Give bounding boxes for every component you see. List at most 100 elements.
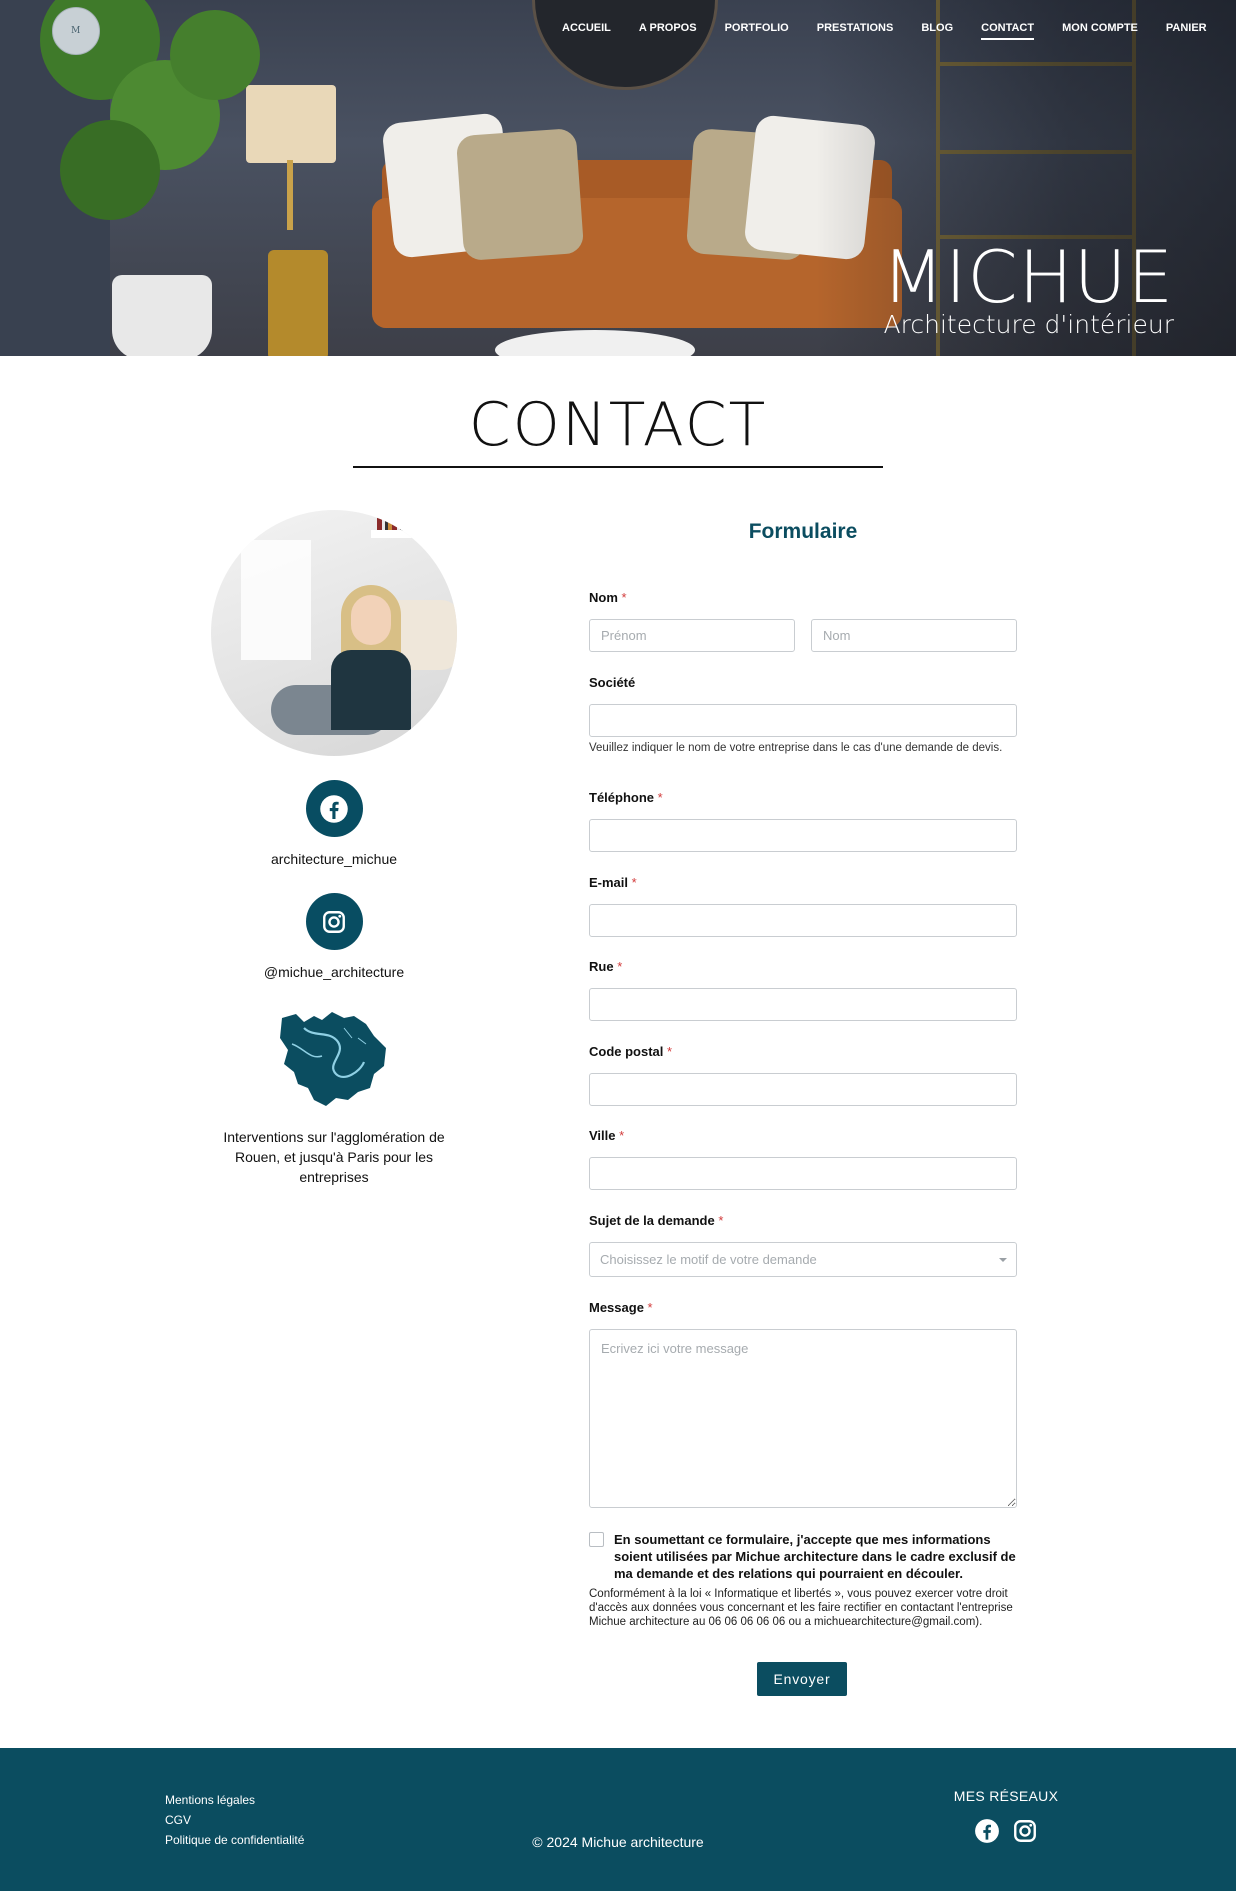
instagram-handle: @michue_architecture	[263, 964, 405, 980]
photo-books	[377, 513, 437, 531]
code-postal-input[interactable]	[589, 1073, 1017, 1106]
plant-leaves	[60, 120, 160, 220]
code-postal-label-text: Code postal	[589, 1044, 664, 1059]
photo-shelf	[371, 530, 451, 538]
plant-pot	[112, 275, 212, 356]
nav-panier[interactable]: PANIER	[1166, 22, 1207, 40]
required-marker: *	[667, 1044, 673, 1059]
societe-label: Société	[589, 675, 636, 690]
pillow	[455, 127, 585, 262]
legal-notice: Conformément à la loi « Informatique et …	[589, 1588, 1013, 1628]
consent-field: En soumettant ce formulaire, j'accepte q…	[589, 1531, 1017, 1629]
message-field: Message *	[589, 1300, 1017, 1513]
ville-field: Ville *	[589, 1128, 1017, 1190]
footer-social: MES RÉSEAUX	[946, 1788, 1066, 1844]
required-marker: *	[617, 959, 623, 974]
brand-block: MICHUE Architecture d'intérieur	[882, 240, 1174, 340]
facebook-icon	[320, 794, 348, 823]
footer-link-cgv[interactable]: CGV	[165, 1810, 304, 1830]
submit-button[interactable]: Envoyer	[757, 1662, 847, 1696]
page-title: CONTACT	[468, 390, 768, 460]
telephone-label: Téléphone *	[589, 790, 1017, 805]
sujet-selected-value: Choisissez le motif de votre demande	[600, 1252, 817, 1267]
instagram-icon	[323, 910, 345, 933]
brand-title: MICHUE	[882, 235, 1174, 319]
message-label: Message *	[589, 1300, 1017, 1315]
photo-body	[331, 650, 411, 730]
contact-sidebar: architecture_michue @michue_architecture…	[200, 510, 468, 1187]
site-footer: Mentions légales CGV Politique de confid…	[0, 1748, 1236, 1891]
rue-input[interactable]	[589, 988, 1017, 1021]
title-divider	[353, 466, 883, 468]
ville-input[interactable]	[589, 1157, 1017, 1190]
message-label-text: Message	[589, 1300, 644, 1315]
nav-blog[interactable]: BLOG	[921, 22, 953, 40]
lamp-shade	[246, 85, 336, 163]
sujet-select[interactable]: Choisissez le motif de votre demande	[589, 1242, 1017, 1277]
coffee-table	[495, 330, 695, 356]
code-postal-label: Code postal *	[589, 1044, 1017, 1059]
required-marker: *	[718, 1213, 724, 1228]
main-nav: ACCUEIL A PROPOS PORTFOLIO PRESTATIONS B…	[562, 22, 1207, 40]
footer-link-mentions[interactable]: Mentions légales	[165, 1790, 304, 1810]
required-marker: *	[621, 590, 627, 605]
nom-label: Nom *	[589, 590, 1017, 605]
rue-label-text: Rue	[589, 959, 614, 974]
ville-label: Ville *	[589, 1128, 1017, 1143]
footer-social-title: MES RÉSEAUX	[953, 1788, 1059, 1804]
region-map-icon	[280, 1012, 386, 1106]
nom-input[interactable]	[811, 619, 1017, 652]
nav-accueil[interactable]: ACCUEIL	[562, 22, 611, 40]
facebook-handle: architecture_michue	[270, 851, 398, 867]
rue-label: Rue *	[589, 959, 1017, 974]
telephone-input[interactable]	[589, 819, 1017, 852]
nom-field: Nom *	[589, 590, 1017, 652]
form-title: Formulaire	[748, 520, 858, 543]
nom-label-text: Nom	[589, 590, 618, 605]
societe-input[interactable]	[589, 704, 1017, 737]
plant-leaves	[170, 10, 260, 100]
lamp-pole	[287, 160, 293, 230]
required-marker: *	[619, 1128, 625, 1143]
facebook-icon-svg	[975, 1819, 999, 1843]
nav-a-propos[interactable]: A PROPOS	[639, 22, 697, 40]
portrait-photo	[211, 510, 457, 756]
contact-form: Formulaire Nom * Société Veuillez indiqu…	[589, 520, 1017, 1696]
instagram-icon[interactable]	[1012, 1818, 1038, 1844]
message-textarea[interactable]	[589, 1329, 1017, 1508]
prenom-input[interactable]	[589, 619, 795, 652]
email-label: E-mail *	[589, 875, 1017, 890]
required-marker: *	[657, 790, 663, 805]
required-marker: *	[647, 1300, 653, 1315]
telephone-field: Téléphone *	[589, 790, 1017, 852]
email-input[interactable]	[589, 904, 1017, 937]
email-label-text: E-mail	[589, 875, 629, 890]
brand-subtitle: Architecture d'intérieur	[883, 310, 1174, 339]
sujet-label: Sujet de la demande *	[589, 1213, 1017, 1228]
nav-prestations[interactable]: PRESTATIONS	[817, 22, 894, 40]
nav-mon-compte[interactable]: MON COMPTE	[1062, 22, 1138, 40]
nav-portfolio[interactable]: PORTFOLIO	[725, 22, 789, 40]
photo-window	[241, 540, 311, 660]
instagram-button[interactable]	[305, 893, 363, 950]
round-mirror	[532, 0, 718, 90]
consent-checkbox[interactable]	[589, 1532, 604, 1547]
hero-banner: M ACCUEIL A PROPOS PORTFOLIO PRESTATIONS…	[0, 0, 1236, 356]
sujet-field: Sujet de la demande * Choisissez le moti…	[589, 1213, 1017, 1277]
facebook-icon[interactable]	[974, 1818, 1000, 1844]
telephone-label-text: Téléphone	[589, 790, 655, 805]
site-logo[interactable]: M	[52, 7, 100, 55]
societe-help: Veuillez indiquer le nom de votre entrep…	[589, 742, 1003, 754]
chevron-down-icon	[999, 1258, 1007, 1262]
email-field: E-mail *	[589, 875, 1017, 937]
side-table	[268, 250, 328, 356]
instagram-block: @michue_architecture	[200, 893, 468, 980]
code-postal-field: Code postal *	[589, 1044, 1017, 1106]
facebook-button[interactable]	[305, 780, 363, 837]
rue-field: Rue *	[589, 959, 1017, 1021]
service-area-text: Interventions sur l'agglomération de Rou…	[223, 1129, 445, 1185]
nav-contact[interactable]: CONTACT	[981, 22, 1035, 40]
societe-field: Société Veuillez indiquer le nom de votr…	[589, 675, 1017, 755]
sujet-label-text: Sujet de la demande	[589, 1213, 715, 1228]
required-marker: *	[631, 875, 637, 890]
